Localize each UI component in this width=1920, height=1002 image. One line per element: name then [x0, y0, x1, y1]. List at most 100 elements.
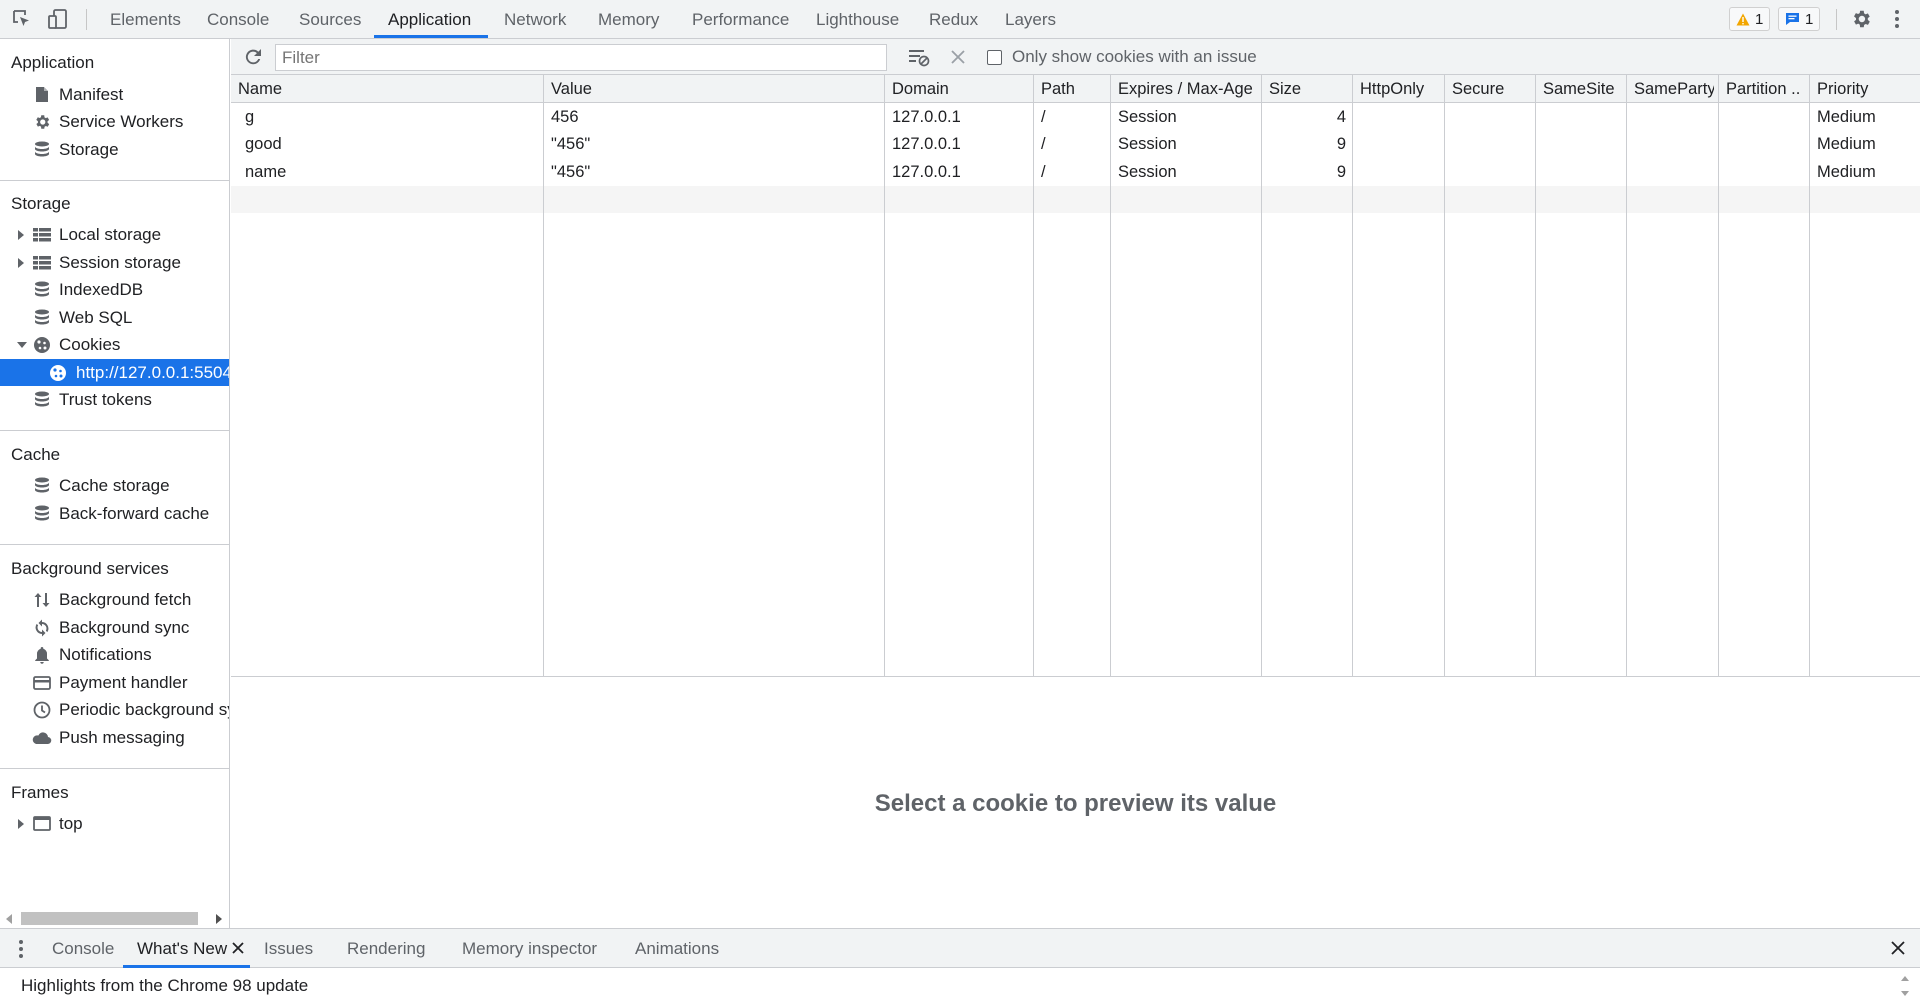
drawer-tab-console[interactable]: Console [52, 929, 114, 968]
only-issues-toggle[interactable]: Only show cookies with an issue [987, 39, 1257, 75]
tab-lighthouse[interactable]: Lighthouse [816, 0, 899, 38]
sidebar-item-cache-storage[interactable]: Cache storage [0, 472, 229, 499]
section-heading-cache: Cache [11, 445, 61, 464]
database-icon [32, 136, 52, 163]
column-header-name[interactable]: Name [238, 80, 539, 99]
table-row[interactable]: name "456" 127.0.0.1 / Session 9 Medium [231, 159, 1920, 186]
sidebar-item-cookies[interactable]: Cookies [0, 331, 229, 358]
credit-card-icon [32, 669, 52, 696]
column-divider[interactable] [884, 75, 885, 676]
column-header-priority[interactable]: Priority [1817, 80, 1915, 99]
tab-network[interactable]: Network [504, 0, 566, 38]
messages-badge[interactable]: 1 [1778, 7, 1821, 31]
tab-elements[interactable]: Elements [110, 0, 181, 38]
sidebar-item-back-forward-cache[interactable]: Back-forward cache [0, 500, 229, 527]
column-header-sameparty[interactable]: SameParty [1634, 80, 1714, 99]
drawer-tab-what-s-new[interactable]: What's New [137, 929, 227, 968]
warning-icon [1736, 13, 1750, 25]
scroll-left-icon[interactable] [6, 914, 13, 924]
column-divider[interactable] [1535, 75, 1536, 676]
drawer-tab-issues[interactable]: Issues [264, 929, 313, 968]
delete-selected-icon[interactable] [949, 48, 967, 66]
column-divider[interactable] [1261, 75, 1262, 676]
settings-gear-icon[interactable] [1846, 0, 1876, 38]
sidebar-item-local-storage[interactable]: Local storage [0, 221, 229, 248]
column-divider[interactable] [543, 75, 544, 676]
column-header-httponly[interactable]: HttpOnly [1360, 80, 1440, 99]
more-options-icon[interactable] [1882, 0, 1912, 38]
close-drawer-icon[interactable] [1890, 940, 1906, 956]
inspect-element-icon[interactable] [7, 0, 37, 38]
sidebar-item-cookie-origin[interactable]: http://127.0.0.1:5504 [0, 359, 229, 386]
column-header-partition[interactable]: Partition .. [1726, 80, 1805, 99]
column-divider[interactable] [1110, 75, 1111, 676]
tab-console[interactable]: Console [207, 0, 269, 38]
tab-layers[interactable]: Layers [1005, 0, 1056, 38]
drawer-tab-memory-inspector[interactable]: Memory inspector [462, 929, 597, 968]
section-heading-background-services: Background services [11, 559, 169, 578]
sidebar-item-indexeddb[interactable]: IndexedDB [0, 276, 229, 303]
scrollbar-thumb[interactable] [21, 912, 198, 925]
column-header-domain[interactable]: Domain [892, 80, 1029, 99]
column-divider[interactable] [1626, 75, 1627, 676]
tab-performance[interactable]: Performance [692, 0, 789, 38]
tab-application[interactable]: Application [388, 0, 471, 38]
drawer-tab-rendering[interactable]: Rendering [347, 929, 425, 968]
table-row[interactable]: g 456 127.0.0.1 / Session 4 Medium [231, 104, 1920, 131]
sidebar-item-background-sync[interactable]: Background sync [0, 614, 229, 641]
table-row[interactable]: good "456" 127.0.0.1 / Session 9 Medium [231, 131, 1920, 158]
sidebar-item-storage[interactable]: Storage [0, 136, 229, 163]
sidebar-item-notifications[interactable]: Notifications [0, 641, 229, 668]
sidebar-item-periodic-background-sync[interactable]: Periodic background sync [0, 696, 229, 723]
sidebar-item-frame-top[interactable]: top [0, 810, 229, 837]
refresh-icon[interactable] [243, 47, 263, 67]
tab-memory[interactable]: Memory [598, 0, 659, 38]
column-header-secure[interactable]: Secure [1452, 80, 1531, 99]
column-header-path[interactable]: Path [1041, 80, 1106, 99]
sidebar-item-trust-tokens[interactable]: Trust tokens [0, 386, 229, 413]
sidebar-item-web-sql[interactable]: Web SQL [0, 304, 229, 331]
expand-arrow-icon[interactable] [17, 810, 27, 837]
sidebar-item-manifest[interactable]: Manifest [0, 81, 229, 108]
drawer-menu-icon[interactable] [18, 939, 24, 959]
column-divider[interactable] [1718, 75, 1719, 676]
column-divider[interactable] [1352, 75, 1353, 676]
column-divider[interactable] [1809, 75, 1810, 676]
scroll-arrows-icon[interactable] [1900, 974, 1910, 998]
whats-new-panel: Highlights from the Chrome 98 update [0, 968, 1920, 1002]
expand-arrow-icon[interactable] [17, 249, 27, 276]
sidebar-item-service-workers[interactable]: Service Workers [0, 108, 229, 135]
cell-path: / [1041, 163, 1046, 181]
sidebar-item-label: Storage [59, 139, 119, 159]
tab-redux[interactable]: Redux [929, 0, 978, 38]
expand-arrow-icon[interactable] [17, 221, 27, 248]
column-header-expires[interactable]: Expires / Max-Age [1118, 80, 1257, 99]
section-divider [0, 768, 229, 769]
drawer-tab-animations[interactable]: Animations [635, 929, 719, 968]
column-header-value[interactable]: Value [551, 80, 880, 99]
sidebar-item-session-storage[interactable]: Session storage [0, 249, 229, 276]
sidebar-item-push-messaging[interactable]: Push messaging [0, 724, 229, 751]
warnings-badge[interactable]: 1 [1729, 7, 1771, 31]
column-divider[interactable] [1444, 75, 1445, 676]
device-toolbar-icon[interactable] [43, 0, 73, 38]
filter-input[interactable] [275, 44, 887, 71]
only-issues-label: Only show cookies with an issue [1012, 47, 1257, 66]
cell-size: 9 [1336, 163, 1346, 181]
clear-filtered-cookies-icon[interactable] [907, 46, 931, 68]
scroll-right-icon[interactable] [215, 914, 222, 924]
sidebar-item-payment-handler[interactable]: Payment handler [0, 669, 229, 696]
whats-new-message: Highlights from the Chrome 98 update [21, 976, 309, 995]
only-issues-checkbox[interactable] [987, 49, 1002, 65]
sidebar-horizontal-scrollbar[interactable] [0, 907, 229, 927]
collapse-arrow-icon[interactable] [17, 331, 27, 358]
tab-sources[interactable]: Sources [299, 0, 361, 38]
column-divider[interactable] [1033, 75, 1034, 676]
section-heading-application: Application [11, 53, 95, 72]
sidebar-item-label: Trust tokens [59, 389, 152, 409]
column-header-size[interactable]: Size [1269, 80, 1348, 99]
column-header-samesite[interactable]: SameSite [1543, 80, 1622, 99]
close-tab-icon[interactable] [231, 941, 245, 955]
sidebar-item-background-fetch[interactable]: Background fetch [0, 586, 229, 613]
cookies-table: g 456 127.0.0.1 / Session 4 Medium good "456" 127… [231, 75, 1920, 677]
